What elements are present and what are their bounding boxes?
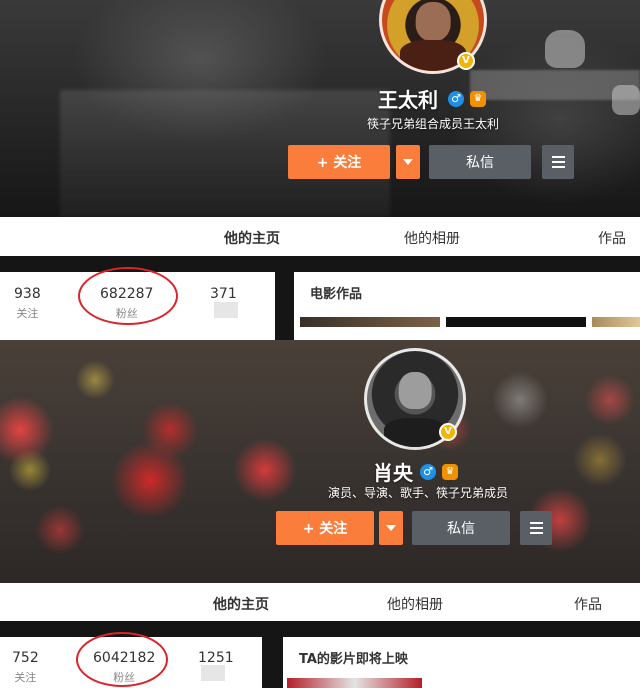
teapot-shape [545, 30, 585, 68]
more-menu-button[interactable] [520, 511, 552, 545]
profile-description: 演员、导演、歌手、筷子兄弟成员 [328, 486, 509, 500]
menu-icon-line [529, 527, 543, 529]
highlight-circle [78, 267, 178, 325]
tab-album[interactable]: 他的相册 [404, 228, 460, 248]
profile-name: 王太利 [378, 88, 438, 112]
tab-home[interactable]: 他的主页 [224, 228, 280, 259]
cover-image: V 肖央 ♂ ♛ 演员、导演、歌手、筷子兄弟成员 + 关注 私信 [0, 340, 640, 583]
follow-button[interactable]: + 关注 [276, 511, 374, 545]
following-count: 752 [12, 650, 39, 666]
menu-icon-line [551, 156, 565, 158]
profile-description: 筷子兄弟组合成员王太利 [367, 117, 500, 131]
stat-posts[interactable]: 371 [210, 286, 237, 302]
following-label: 关注 [16, 307, 39, 320]
stat-posts[interactable]: 1251 [198, 650, 234, 666]
card-title: 电影作品 [310, 287, 363, 302]
cup-shape [612, 85, 640, 115]
highlight-circle [76, 632, 168, 687]
profile-tabs: 他的主页 他的相册 作品 [0, 583, 640, 625]
profile-tabs: 他的主页 他的相册 作品 [0, 217, 640, 259]
menu-icon-line [551, 161, 565, 163]
avatar-body [384, 418, 446, 447]
posts-count: 371 [210, 286, 237, 302]
avatar-face [415, 1, 451, 41]
tab-album[interactable]: 他的相册 [387, 594, 443, 614]
posts-count: 1251 [198, 650, 234, 666]
fan-badge-icon[interactable]: ♛ [442, 464, 458, 480]
following-label: 关注 [14, 671, 37, 684]
message-button[interactable]: 私信 [429, 145, 531, 179]
tab-works[interactable]: 作品 [598, 228, 626, 248]
follow-dropdown-button[interactable] [379, 511, 403, 545]
avatar-body [400, 40, 466, 71]
stat-following[interactable]: 752 关注 [12, 650, 39, 685]
menu-icon-line [529, 522, 543, 524]
menu-icon-line [551, 166, 565, 168]
verified-badge-icon: V [457, 52, 475, 70]
movie-thumbnail[interactable] [300, 317, 440, 327]
message-button[interactable]: 私信 [412, 511, 510, 545]
following-count: 938 [14, 286, 41, 302]
works-card: 电影作品 [294, 272, 640, 340]
movie-thumbnail[interactable] [592, 317, 640, 327]
verified-badge-icon: V [439, 423, 457, 441]
stat-following[interactable]: 938 关注 [14, 286, 41, 321]
movie-thumbnail[interactable] [446, 317, 586, 327]
male-gender-icon: ♂ [420, 464, 436, 480]
tab-home[interactable]: 他的主页 [213, 594, 269, 625]
male-gender-icon: ♂ [448, 91, 464, 107]
chevron-down-icon [386, 525, 396, 531]
avatar-face [398, 372, 432, 409]
profile-name: 肖央 [373, 461, 413, 485]
menu-icon-line [529, 532, 543, 534]
blurred-label [201, 665, 225, 681]
chevron-down-icon [403, 159, 413, 165]
card-title: TA的影片即将上映 [299, 652, 408, 667]
movie-thumbnail[interactable] [287, 678, 422, 688]
fan-badge-icon[interactable]: ♛ [470, 91, 486, 107]
more-menu-button[interactable] [542, 145, 574, 179]
tab-works[interactable]: 作品 [574, 594, 602, 614]
profile-panel-xiao: V 肖央 ♂ ♛ 演员、导演、歌手、筷子兄弟成员 + 关注 私信 他的主页 他的… [0, 340, 640, 688]
blurred-label [214, 302, 238, 318]
profile-panel-wang: V 王太利 ♂ ♛ 筷子兄弟组合成员王太利 + 关注 私信 他的主页 他的相册 … [0, 0, 640, 340]
follow-dropdown-button[interactable] [396, 145, 420, 179]
upcoming-card: TA的影片即将上映 [283, 637, 640, 688]
cover-image: V 王太利 ♂ ♛ 筷子兄弟组合成员王太利 + 关注 私信 [0, 0, 640, 217]
follow-button[interactable]: + 关注 [288, 145, 390, 179]
